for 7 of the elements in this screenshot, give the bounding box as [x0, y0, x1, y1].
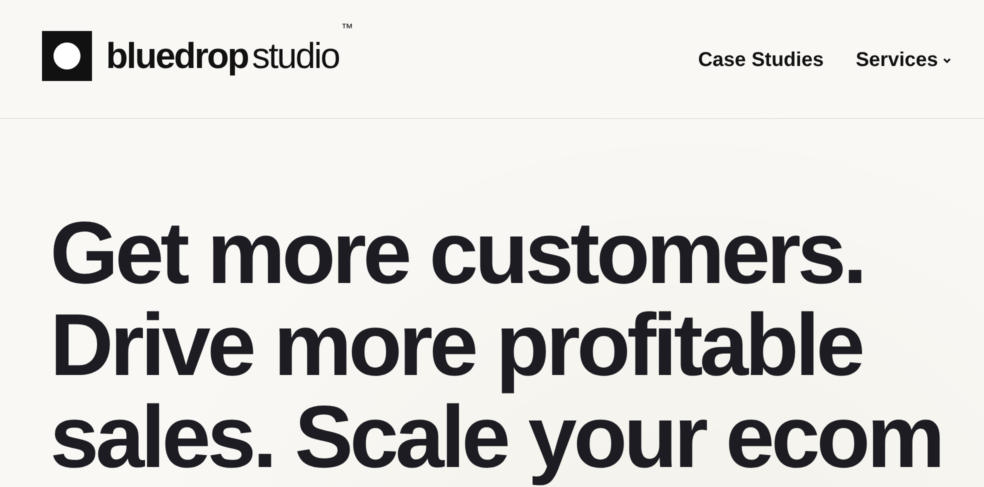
brand-name: bluedropstudio: [106, 35, 340, 77]
nav-link[interactable]: Case Studies: [698, 48, 824, 72]
headline-line: Drive more profitable: [50, 299, 862, 391]
logo-icon: [42, 31, 92, 81]
trademark: ™: [341, 21, 354, 35]
nav-link[interactable]: Services: [856, 48, 952, 72]
headline-line: Get more customers.: [50, 207, 864, 299]
